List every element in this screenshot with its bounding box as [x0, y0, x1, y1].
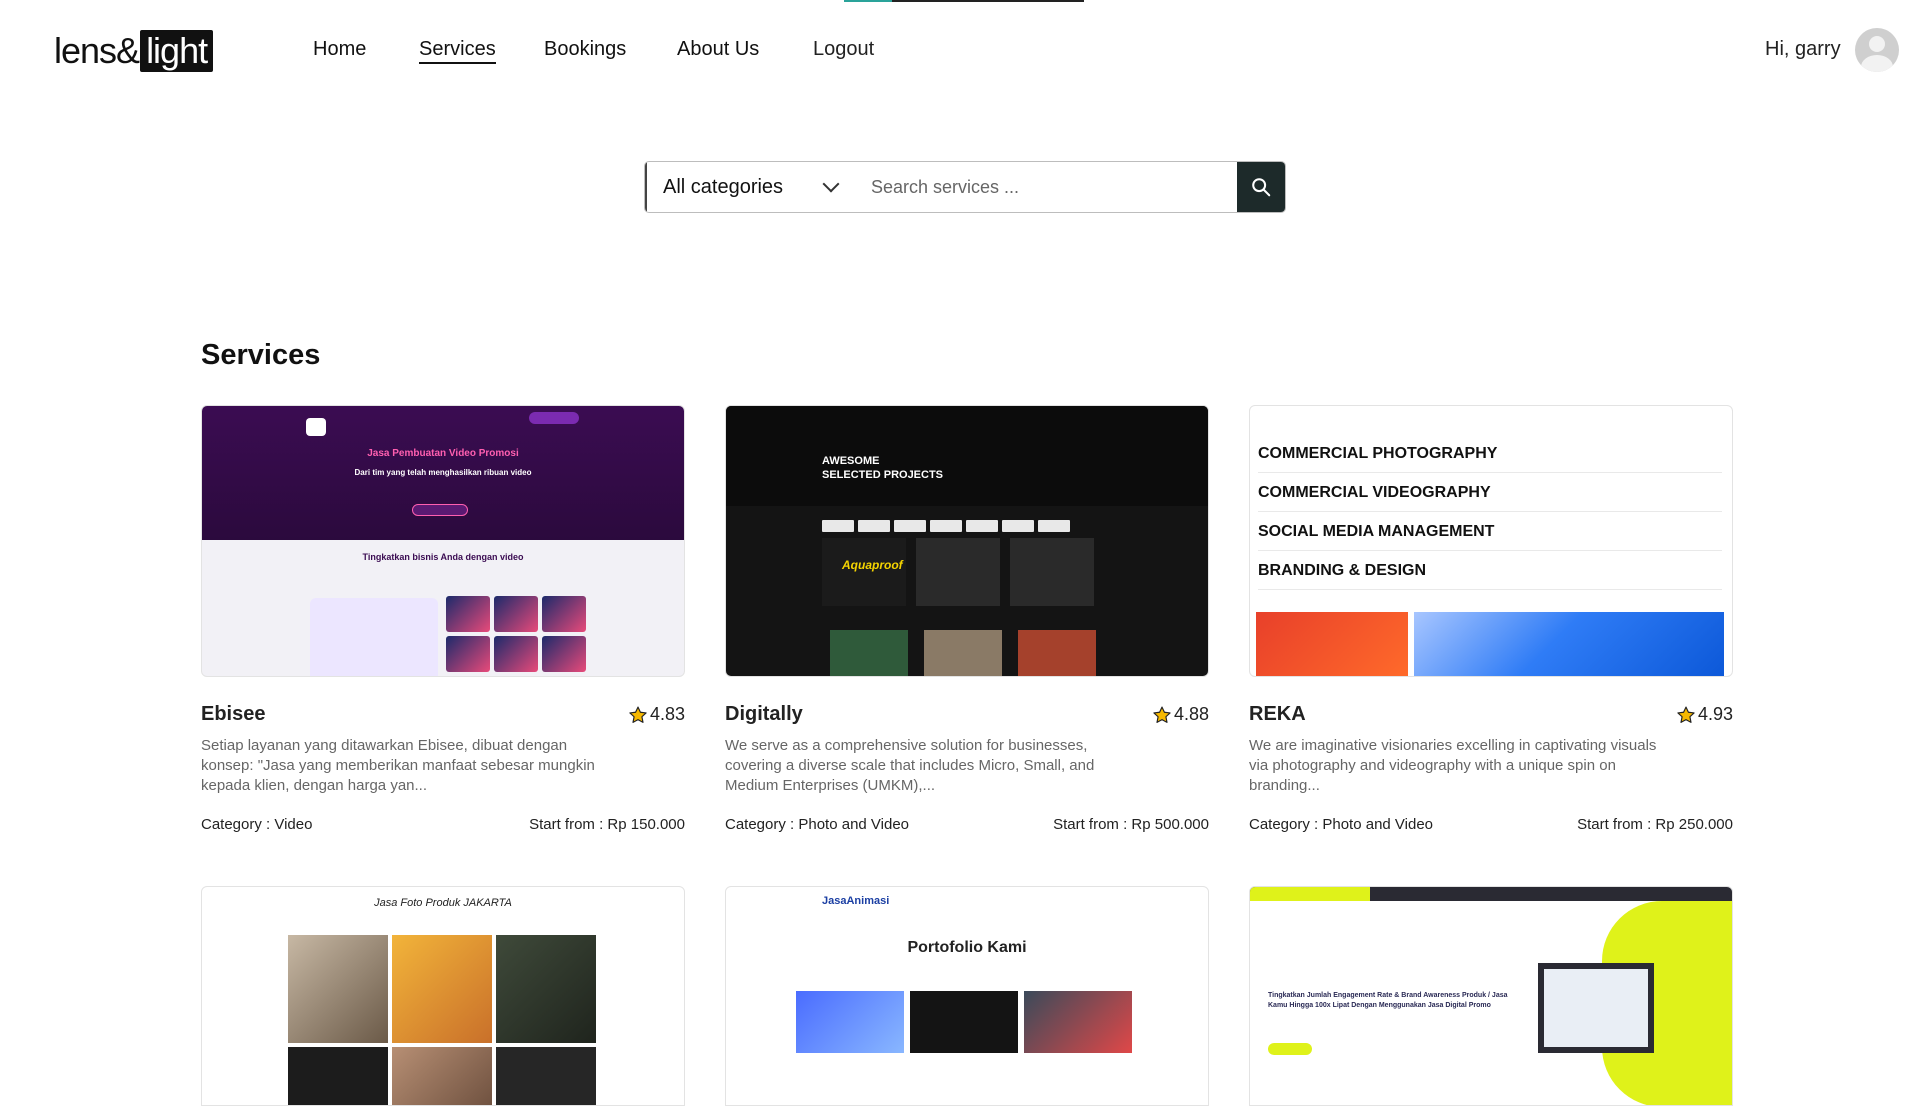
nav-logout[interactable]: Logout	[813, 38, 874, 61]
logo-text-right: light	[140, 30, 214, 72]
card-price: Start from : Rp 250.000	[1577, 816, 1733, 833]
thumb-info-panel	[310, 598, 438, 676]
service-search-bar: All categories	[644, 161, 1286, 213]
thumb-hero-subtitle: Dari tim yang telah menghasilkan ribuan …	[354, 468, 532, 477]
nav-services[interactable]: Services	[419, 38, 496, 64]
thumb-hero-line-2: SELECTED PROJECTS	[822, 469, 944, 481]
star-icon	[1153, 706, 1171, 723]
card-title[interactable]: REKA	[1249, 703, 1306, 726]
thumb-brand-text: JasaAnimasi	[822, 895, 890, 907]
nav-about-us[interactable]: About Us	[677, 38, 759, 61]
thumb-cta-pill	[1268, 1043, 1312, 1055]
card-description: We are imaginative visionaries excelling…	[1249, 737, 1657, 794]
thumb-photo-blue	[1414, 612, 1724, 676]
service-card-digitally[interactable]: AWESOME SELECTED PROJECTS Aquaproof Digi…	[725, 405, 1209, 833]
service-card-row2-2[interactable]: JasaAnimasi Portofolio Kami	[725, 886, 1209, 1106]
thumb-logo-mark	[306, 418, 326, 436]
card-rating: 4.88	[1152, 704, 1209, 725]
search-icon	[1252, 178, 1271, 197]
card-category: Category : Photo and Video	[725, 816, 910, 833]
rating-value: 4.88	[1173, 704, 1209, 724]
thumb-hero-band	[726, 406, 1208, 506]
thumb-video-tiles	[446, 596, 586, 672]
card-title[interactable]: Digitally	[725, 703, 803, 726]
thumb-project-grid	[822, 538, 1094, 606]
service-thumbnail[interactable]: AWESOME SELECTED PROJECTS Aquaproof	[725, 405, 1209, 677]
thumb-service-item: BRANDING & DESIGN	[1258, 551, 1722, 590]
thumb-project-row	[830, 630, 1096, 676]
thumb-video-strip	[796, 991, 1132, 1053]
service-thumbnail[interactable]: Tingkatkan Jumlah Engagement Rate & Bran…	[1249, 886, 1733, 1106]
thumb-service-item: SOCIAL MEDIA MANAGEMENT	[1258, 512, 1722, 551]
thumb-cta-pill	[529, 412, 579, 424]
search-input[interactable]	[859, 162, 1237, 212]
nav-home[interactable]: Home	[313, 38, 366, 61]
service-thumbnail[interactable]: Jasa Foto Produk JAKARTA	[201, 886, 685, 1106]
card-rating: 4.93	[1676, 704, 1733, 725]
thumb-hero-button	[412, 504, 468, 516]
card-description: We serve as a comprehensive solution for…	[725, 737, 1095, 794]
chevron-down-icon	[822, 175, 840, 193]
user-greeting: Hi, garry	[1765, 38, 1841, 60]
card-rating: 4.83	[628, 704, 685, 725]
thumb-section-title: Tingkatkan bisnis Anda dengan video	[362, 552, 524, 562]
thumb-project-logo: Aquaproof	[842, 558, 903, 572]
thumb-service-item: COMMERCIAL PHOTOGRAPHY	[1258, 434, 1722, 473]
thumb-photo-red	[1256, 612, 1408, 676]
thumb-photo-grid	[288, 935, 596, 1105]
search-button[interactable]	[1237, 162, 1285, 212]
service-thumbnail[interactable]: COMMERCIAL PHOTOGRAPHY COMMERCIAL VIDEOG…	[1249, 405, 1733, 677]
card-title[interactable]: Ebisee	[201, 703, 265, 726]
service-card-ebisee[interactable]: Jasa Pembuatan Video Promosi Dari tim ya…	[201, 405, 685, 833]
thumb-filter-pills	[822, 520, 1070, 532]
category-select[interactable]: All categories	[645, 162, 859, 212]
thumb-hero-title: Jasa Pembuatan Video Promosi	[367, 448, 519, 459]
star-icon	[1677, 706, 1695, 723]
service-thumbnail[interactable]: JasaAnimasi Portofolio Kami	[725, 886, 1209, 1106]
user-avatar[interactable]	[1855, 28, 1899, 72]
site-logo[interactable]: lens& light	[54, 30, 214, 72]
thumb-service-list: COMMERCIAL PHOTOGRAPHY COMMERCIAL VIDEOG…	[1258, 434, 1722, 590]
thumb-hero-line-1: AWESOME	[822, 455, 880, 467]
service-card-reka[interactable]: COMMERCIAL PHOTOGRAPHY COMMERCIAL VIDEOG…	[1249, 405, 1733, 833]
thumb-service-item: COMMERCIAL VIDEOGRAPHY	[1258, 473, 1722, 512]
card-category: Category : Video	[201, 816, 313, 833]
card-category: Category : Photo and Video	[1249, 816, 1434, 833]
card-description: Setiap layanan yang ditawarkan Ebisee, d…	[201, 737, 595, 794]
card-price: Start from : Rp 150.000	[529, 816, 685, 833]
thumb-hero-title: AWESOME SELECTED PROJECTS	[822, 454, 943, 482]
service-card-row2-3[interactable]: Tingkatkan Jumlah Engagement Rate & Bran…	[1249, 886, 1733, 1106]
thumb-portfolio-title: Portofolio Kami	[907, 939, 1027, 956]
nav-bookings[interactable]: Bookings	[544, 38, 626, 61]
rating-value: 4.93	[1697, 704, 1733, 724]
thumb-brand-text: Jasa Foto Produk JAKARTA	[374, 897, 512, 909]
rating-value: 4.83	[649, 704, 685, 724]
section-title: Services	[201, 339, 321, 371]
service-thumbnail[interactable]: Jasa Pembuatan Video Promosi Dari tim ya…	[201, 405, 685, 677]
thumb-nav-bar	[1250, 887, 1732, 901]
star-icon	[629, 706, 647, 723]
site-header: lens& light Home Services Bookings About…	[0, 0, 1920, 100]
thumb-headline: Tingkatkan Jumlah Engagement Rate & Bran…	[1268, 992, 1508, 1009]
thumb-monitor-illustration	[1538, 963, 1654, 1053]
category-select-value: All categories	[663, 175, 784, 198]
logo-text-left: lens&	[54, 30, 140, 71]
service-card-row2-1[interactable]: Jasa Foto Produk JAKARTA	[201, 886, 685, 1106]
card-price: Start from : Rp 500.000	[1053, 816, 1209, 833]
